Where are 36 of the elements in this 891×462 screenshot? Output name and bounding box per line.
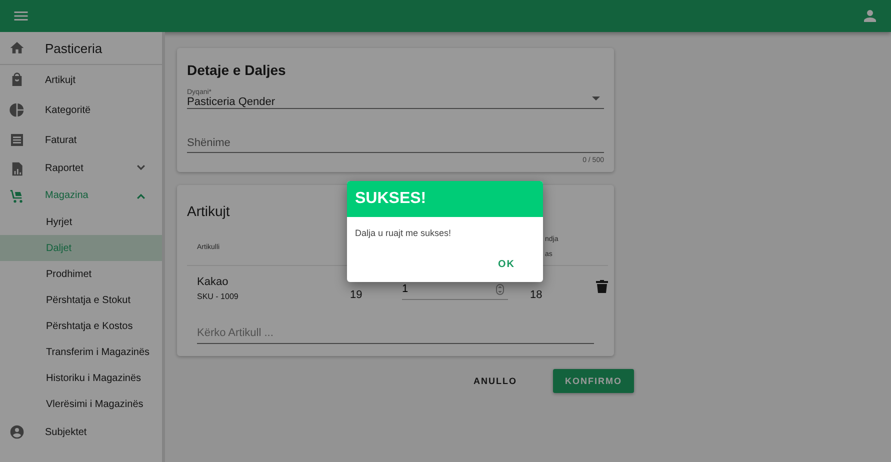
sidebar-item[interactable]: Subjektet: [0, 417, 162, 447]
card-title: Artikujt: [187, 203, 231, 219]
house-icon: [9, 40, 25, 56]
sidebar-item[interactable]: Artikujt: [0, 65, 162, 95]
sidebar-subitem[interactable]: Vlerësimi i Magazinës: [0, 391, 162, 417]
spinner-icon[interactable]: [496, 284, 504, 294]
item-sku: SKU - 1009: [197, 292, 240, 300]
cancel-button[interactable]: ANULLO: [462, 369, 529, 393]
sidebar-subitem[interactable]: Transferim i Magazinës: [0, 339, 162, 365]
pie-chart-icon: [9, 102, 25, 118]
sidebar-subitem[interactable]: Përshtatja e Stokut: [0, 287, 162, 313]
delete-icon[interactable]: [596, 280, 608, 293]
dialog-title: SUKSES!: [347, 181, 543, 217]
dropdown-icon[interactable]: [592, 96, 600, 100]
table-cell: 18: [530, 289, 542, 301]
chevron-down-icon: [137, 165, 145, 172]
sidebar-subitem[interactable]: Prodhimet: [0, 261, 162, 287]
notes-field[interactable]: Shënime: [187, 133, 604, 153]
ok-button[interactable]: OK: [492, 255, 521, 274]
account-icon[interactable]: [861, 7, 879, 25]
sidebar-subitem[interactable]: Përshtatja e Kostos: [0, 313, 162, 339]
sidebar-subitem[interactable]: Hyrjet: [0, 209, 162, 235]
list-icon: [9, 132, 25, 148]
card-title: Detaje e Daljes: [187, 62, 287, 78]
sidebar-subitem[interactable]: Historiku i Magazinës: [0, 365, 162, 391]
table-cell: 19: [350, 289, 362, 301]
chevron-up-icon: [137, 192, 145, 199]
sidebar-item[interactable]: Faturat: [0, 125, 162, 155]
sidebar-item[interactable]: Kategoritë: [0, 95, 162, 125]
search-field[interactable]: Kërko Artikull ...: [197, 322, 594, 344]
dialog-message: Dalja u ruajt me sukses!: [354, 227, 452, 238]
sidebar-group[interactable]: Raportet: [0, 155, 162, 182]
hand-truck-icon: [9, 188, 25, 204]
account-icon: [9, 424, 25, 440]
item-name: Kakao: [197, 276, 230, 288]
sidebar-title: Pasticeria: [45, 40, 102, 56]
